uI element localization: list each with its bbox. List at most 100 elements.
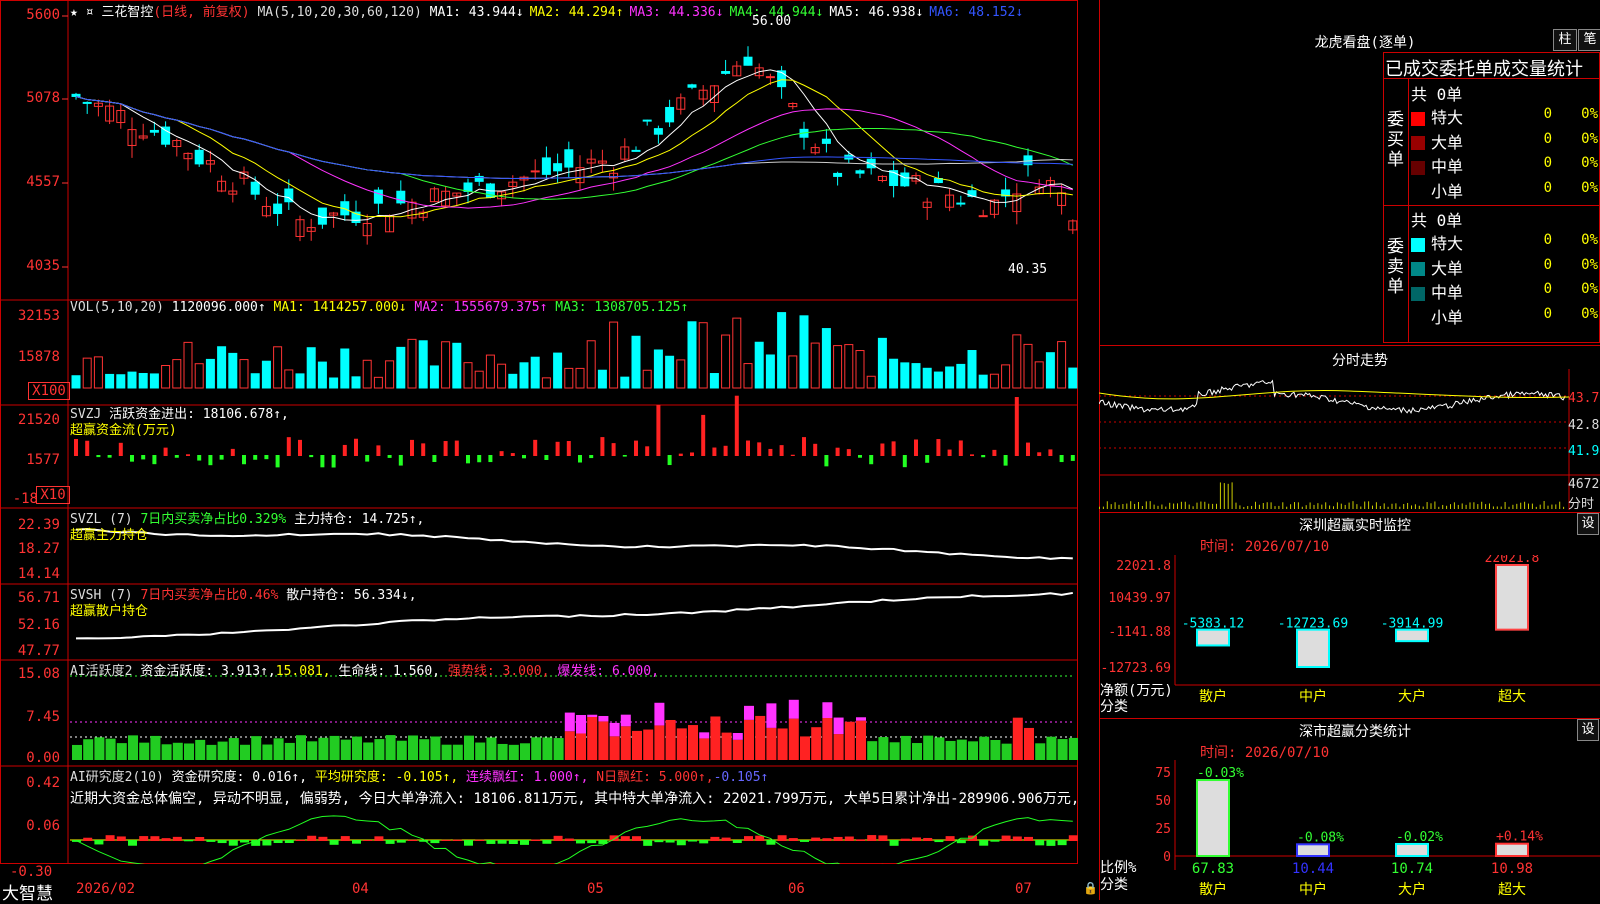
- research-bar: [777, 835, 787, 841]
- sell-total: 共 0单: [1411, 211, 1463, 230]
- ma-values: MA1: 43.944↓ MA2: 44.294↑ MA3: 44.336↓ MA4:…: [430, 5, 1030, 20]
- volume-bar: [866, 375, 876, 389]
- activity-bar: [609, 736, 620, 760]
- volume-bar: [788, 355, 798, 389]
- buy-row-label: 中单: [1431, 157, 1464, 176]
- monitor-bar: [1196, 628, 1230, 647]
- monitor-cat-label: 超大: [1498, 689, 1526, 705]
- fs-volume-bar: [1465, 504, 1467, 509]
- fs-volume-bar: [1106, 501, 1108, 509]
- activity-bar: [766, 727, 777, 760]
- fs-volume-bar: [1305, 505, 1307, 509]
- flow-bar: [253, 455, 258, 460]
- lock-icon[interactable]: 🔒: [1083, 881, 1098, 895]
- activity-bar: [94, 737, 105, 760]
- candle: [149, 129, 159, 133]
- volume-bar: [541, 377, 551, 389]
- monitor-bar-label: -12723.69: [1278, 617, 1348, 632]
- activity-bar: [531, 737, 542, 760]
- volume-bar: [530, 356, 540, 389]
- volume-bar: [945, 366, 955, 389]
- volume-bar: [889, 358, 899, 389]
- brand-label[interactable]: 大智慧: [2, 879, 53, 904]
- volume-bar: [765, 354, 775, 389]
- volume-bar: [239, 359, 249, 389]
- fs-volume-bar: [1200, 501, 1202, 509]
- period-label[interactable]: (日线, 前复权): [153, 5, 249, 20]
- sell-row-2: 大单: [1411, 255, 1463, 279]
- buy-row-value: 0: [1543, 155, 1552, 171]
- fs-chart[interactable]: [1099, 369, 1600, 510]
- research-bar: [531, 839, 541, 841]
- stat-y-tick: 0: [1163, 850, 1171, 865]
- activity-bar: [889, 742, 900, 760]
- bar-mode-button[interactable]: 柱: [1553, 29, 1577, 51]
- flow-bar: [802, 437, 806, 456]
- flow-bar: [925, 455, 930, 463]
- buy-side-label: 委买单: [1387, 110, 1404, 170]
- fs-volume-bar: [1219, 482, 1221, 509]
- ai2-nred: N日飘红: 5.000↑,: [596, 770, 714, 785]
- volume-bar: [642, 369, 652, 389]
- research-bar: [609, 835, 619, 841]
- fs-volume-bar: [1469, 502, 1471, 509]
- candle: [273, 203, 283, 214]
- activity-bar: [396, 740, 407, 760]
- volume-bar: [183, 341, 193, 389]
- fs-volume-bar: [1368, 501, 1370, 509]
- stat-value-label: 10.98: [1491, 861, 1533, 877]
- flow-bar: [118, 442, 123, 456]
- research-bar: [788, 838, 798, 841]
- pen-mode-button[interactable]: 笔: [1578, 29, 1600, 51]
- flow-bar: [611, 443, 616, 456]
- star-icon[interactable]: ★ ¤: [70, 5, 93, 20]
- stat-change-label: -0.02%: [1396, 830, 1443, 845]
- activity-bar: [844, 721, 855, 760]
- research-bar: [520, 840, 529, 845]
- activity-peak: [598, 715, 609, 722]
- activity-bar: [251, 736, 262, 760]
- flow-bar: [622, 455, 627, 457]
- ma-label: MA(5,10,20,30,60,120): [257, 5, 422, 20]
- fs-volume-bar: [1149, 501, 1151, 509]
- research-bar: [307, 835, 317, 841]
- volume-bar: [205, 358, 215, 389]
- monitor-settings-button[interactable]: 设: [1577, 513, 1599, 535]
- stat-value-label: 67.83: [1192, 861, 1234, 877]
- volume-bar: [407, 338, 417, 389]
- fs-volume-bar: [1118, 504, 1120, 509]
- monitor-chart[interactable]: 22021.8 10439.97 -1141.88 -12723.69 -5383.12…: [1099, 555, 1600, 715]
- fs-volume-bar: [1508, 506, 1510, 509]
- research-bar: [363, 839, 373, 841]
- fs-volume-bar: [1559, 501, 1561, 509]
- svsh-hold: 散户持仓: 56.334↓,: [286, 588, 417, 603]
- research-bar: [744, 836, 753, 841]
- stock-name[interactable]: 三花智控: [101, 5, 153, 20]
- volume-bar: [1012, 334, 1022, 389]
- research-bar: [1068, 835, 1078, 841]
- research-bar: [508, 840, 518, 844]
- flow-bar: [387, 455, 392, 458]
- volume-bar: [396, 346, 406, 389]
- stat-settings-button[interactable]: 设: [1577, 719, 1599, 741]
- activity-bar: [688, 725, 698, 760]
- flow-bar: [1014, 397, 1019, 456]
- candle: [765, 76, 775, 79]
- research-bar: [867, 835, 877, 841]
- fs-volume-bar: [1192, 506, 1194, 509]
- research-bar: [889, 840, 899, 846]
- fs-volume-bar: [1212, 503, 1214, 509]
- research-bar: [1012, 836, 1022, 841]
- monitor-y-tick: 10439.97: [1108, 591, 1171, 606]
- flow-bar: [163, 447, 168, 456]
- activity-bar: [441, 744, 452, 760]
- activity-bar: [1001, 743, 1012, 760]
- activity-bar: [620, 726, 631, 760]
- fs-volume-bar: [1270, 502, 1272, 509]
- activity-bar: [508, 744, 519, 760]
- fs-volume-bar: [1274, 506, 1276, 509]
- stat-chart[interactable]: 75 50 25 0 -0.03% 67.83 散户 -0.08% 10.44 中户 -0.02% 1…: [1099, 760, 1600, 900]
- flow-bar: [768, 448, 773, 456]
- buy-row-label: 特大: [1431, 108, 1464, 127]
- volume-bar: [71, 375, 81, 389]
